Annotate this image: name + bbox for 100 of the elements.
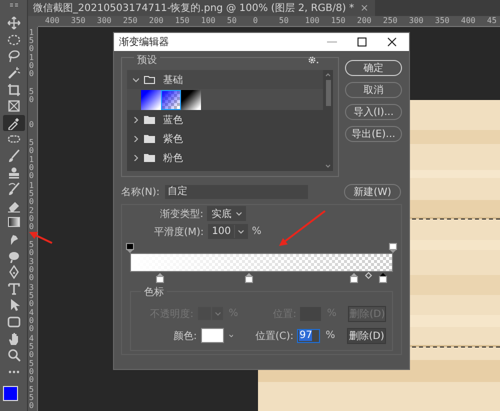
dialog-button[interactable]: 取消 bbox=[345, 82, 402, 98]
ruler-label: 50 bbox=[279, 16, 290, 26]
gradient-swatch[interactable] bbox=[161, 90, 181, 110]
eyedropper-tool-button[interactable] bbox=[2, 114, 24, 132]
shape-icon bbox=[6, 314, 20, 329]
new-button[interactable]: 新建(W) bbox=[344, 184, 401, 200]
settings-icon[interactable] bbox=[308, 56, 319, 64]
frame-icon bbox=[6, 99, 20, 114]
ruler-label: 100 bbox=[28, 54, 35, 78]
preset-folder[interactable]: 粉色 bbox=[127, 148, 323, 167]
pen-icon bbox=[6, 265, 20, 280]
group-title: 预设 bbox=[134, 53, 160, 67]
collapse-icon[interactable] bbox=[10, 3, 18, 8]
ruler-label: 150 bbox=[28, 28, 35, 52]
ruler-label: 200 bbox=[28, 207, 35, 231]
ruler-label: 400 bbox=[461, 16, 476, 26]
name-field[interactable]: 自定 bbox=[164, 185, 308, 199]
percent-label: % bbox=[228, 308, 238, 319]
document-tab[interactable]: 微信截图_20210503174711-恢复的.png @ 100% (图层 2, RGB/8) * × bbox=[28, 0, 375, 16]
ruler-label: 50 bbox=[28, 240, 35, 256]
color-stop[interactable] bbox=[379, 276, 387, 283]
ruler-label: 300 bbox=[28, 258, 35, 282]
folder-icon bbox=[144, 154, 155, 162]
dialog-button[interactable]: 导入(I)... bbox=[345, 104, 402, 120]
caret-icon bbox=[214, 312, 221, 316]
percent-label: % bbox=[326, 308, 336, 319]
gradient-swatch[interactable] bbox=[181, 90, 201, 110]
smoothness-dropdown[interactable]: 100 bbox=[208, 224, 248, 239]
history-icon bbox=[6, 182, 20, 196]
caret-icon bbox=[236, 212, 242, 216]
position-field[interactable]: 97 bbox=[297, 328, 320, 342]
lasso-icon bbox=[6, 49, 20, 64]
crop-icon bbox=[6, 82, 20, 97]
ruler-label: 100 bbox=[305, 16, 320, 26]
ruler-label: 150 bbox=[331, 16, 346, 26]
ruler-label: 45 bbox=[487, 16, 498, 26]
name-label: 名称(N): bbox=[121, 186, 160, 199]
percent-label: % bbox=[252, 226, 262, 237]
gradient-swatch[interactable] bbox=[141, 90, 161, 110]
folder-icon bbox=[144, 134, 155, 142]
delete-button[interactable]: 删除(D) bbox=[347, 328, 386, 344]
wand-icon bbox=[6, 66, 20, 80]
ruler-label: 50 bbox=[28, 88, 35, 104]
folder-icon bbox=[144, 116, 155, 124]
maximize-icon[interactable] bbox=[357, 37, 367, 47]
caret-icon bbox=[238, 230, 244, 234]
preset-folder[interactable]: 基础 bbox=[127, 70, 323, 89]
dialog-button[interactable]: 导出(E)... bbox=[345, 126, 402, 142]
move-icon bbox=[6, 16, 20, 30]
color-stop[interactable] bbox=[245, 276, 254, 283]
ruler-label: 500 bbox=[28, 360, 35, 384]
chevron-icon bbox=[133, 136, 139, 142]
close-icon[interactable] bbox=[387, 37, 397, 47]
midpoint-marker[interactable] bbox=[364, 272, 372, 280]
ruler-label: 0 bbox=[28, 121, 35, 129]
dialog-button[interactable]: 确定 bbox=[345, 60, 402, 76]
chevron-icon bbox=[133, 154, 139, 160]
ruler-label: 400 bbox=[45, 16, 60, 26]
preset-folder[interactable]: 蓝色 bbox=[127, 110, 323, 129]
ruler-label: 0 bbox=[253, 16, 259, 26]
ruler-label: 150 bbox=[28, 182, 35, 206]
hand-icon bbox=[6, 332, 20, 346]
ruler-label: 400 bbox=[28, 309, 35, 333]
scrollbar-thumb[interactable] bbox=[326, 80, 330, 106]
scroll-up-icon[interactable] bbox=[325, 73, 331, 77]
color-stop[interactable] bbox=[156, 276, 164, 283]
percent-label: % bbox=[326, 330, 336, 341]
ruler-label: 350 bbox=[435, 16, 450, 26]
gradient-type-dropdown[interactable]: 实底 bbox=[207, 206, 246, 221]
color-swatch[interactable] bbox=[200, 328, 224, 343]
ruler-label: 100 bbox=[201, 16, 216, 26]
gradient-bar[interactable] bbox=[130, 253, 393, 272]
scroll-down-icon[interactable] bbox=[325, 164, 331, 168]
close-tab-button[interactable]: × bbox=[360, 2, 369, 14]
stamp-icon bbox=[6, 166, 20, 180]
chevron-icon bbox=[133, 116, 139, 122]
ruler-label: 50 bbox=[227, 16, 238, 26]
opacity-stop[interactable] bbox=[126, 243, 134, 250]
ruler-label: 350 bbox=[28, 284, 35, 308]
preset-folder[interactable]: 紫色 bbox=[127, 129, 323, 148]
gradient-type-label: 渐变类型: bbox=[160, 208, 204, 220]
eyedropper-icon bbox=[6, 116, 20, 130]
brush-icon bbox=[6, 149, 20, 164]
ruler-label: 150 bbox=[175, 16, 190, 26]
ruler-label: 450 bbox=[28, 334, 35, 358]
caret-icon[interactable] bbox=[228, 334, 234, 338]
ruler-label: 300 bbox=[97, 16, 112, 26]
smoothness-label: 平滑度(M): bbox=[154, 226, 204, 238]
ruler-label: 300 bbox=[409, 16, 424, 26]
marquee-icon bbox=[6, 32, 20, 47]
ruler-label: 250 bbox=[123, 16, 138, 26]
gradient-icon bbox=[6, 215, 20, 230]
ruler-label: 50 bbox=[28, 138, 35, 154]
chevron-icon bbox=[133, 76, 139, 82]
color-stop[interactable] bbox=[350, 276, 358, 283]
ruler-label: 200 bbox=[149, 16, 164, 26]
ruler-label: 550 bbox=[28, 386, 35, 410]
group-title: 色标 bbox=[141, 285, 167, 299]
foreground-color-swatch[interactable] bbox=[2, 386, 18, 402]
type-icon bbox=[6, 282, 20, 296]
